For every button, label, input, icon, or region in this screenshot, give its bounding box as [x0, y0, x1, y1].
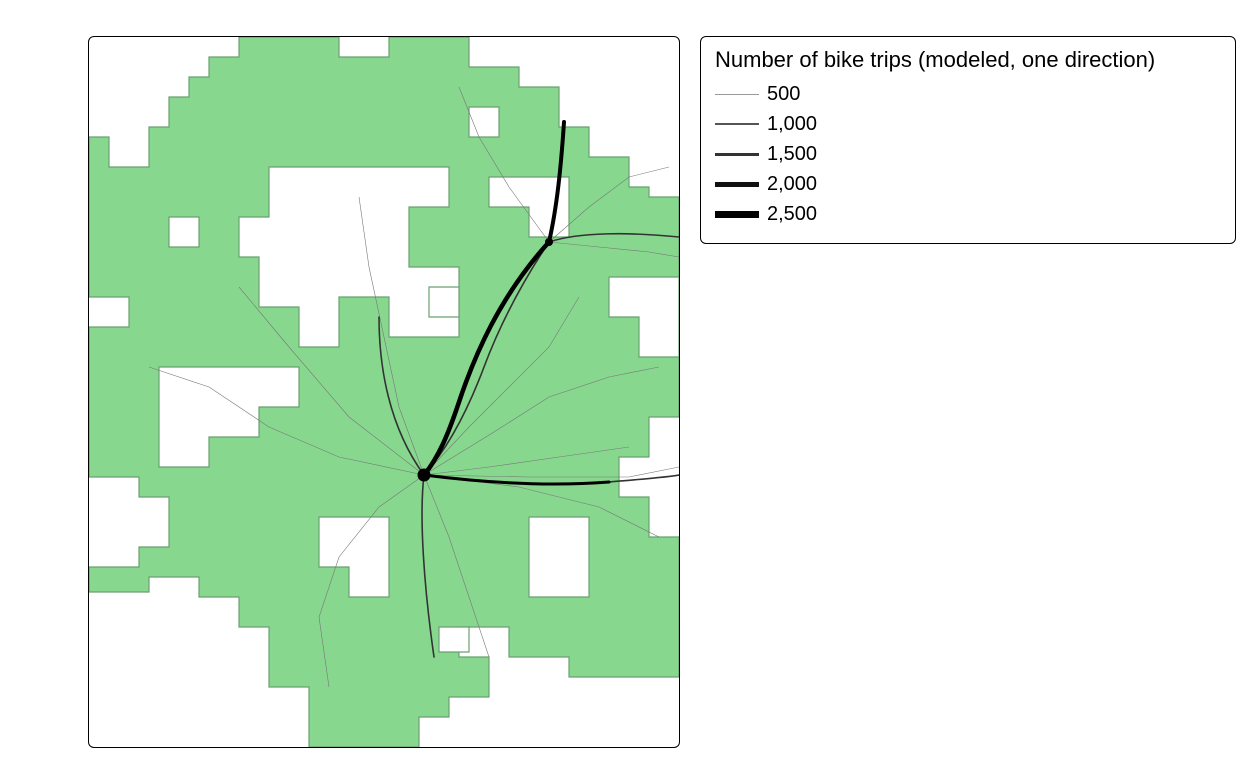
legend-title: Number of bike trips (modeled, one direc…	[715, 47, 1221, 73]
legend-line-icon	[715, 211, 759, 218]
region-slot-d	[169, 217, 199, 247]
legend-item-label: 1,000	[767, 113, 817, 136]
map-svg	[89, 37, 679, 747]
legend-line-icon	[715, 153, 759, 156]
map-panel	[88, 36, 680, 748]
region-slot-a	[469, 107, 499, 137]
legend-item: 2,000	[715, 169, 1221, 199]
legend: Number of bike trips (modeled, one direc…	[700, 36, 1236, 244]
legend-item-label: 2,500	[767, 203, 817, 226]
legend-item: 2,500	[715, 199, 1221, 229]
legend-item: 1,000	[715, 109, 1221, 139]
hub-point	[418, 469, 431, 482]
legend-item-label: 2,000	[767, 173, 817, 196]
region-hole-se	[529, 517, 589, 597]
legend-item-label: 1,500	[767, 143, 817, 166]
legend-item: 500	[715, 79, 1221, 109]
node-ne	[545, 238, 553, 246]
legend-item: 1,500	[715, 139, 1221, 169]
legend-line-icon	[715, 182, 759, 187]
region-slot-b	[429, 287, 459, 317]
legend-line-icon	[715, 123, 759, 125]
legend-item-label: 500	[767, 83, 800, 106]
region-slot-c	[439, 627, 469, 652]
urban-regions	[89, 37, 679, 747]
legend-line-icon	[715, 94, 759, 95]
